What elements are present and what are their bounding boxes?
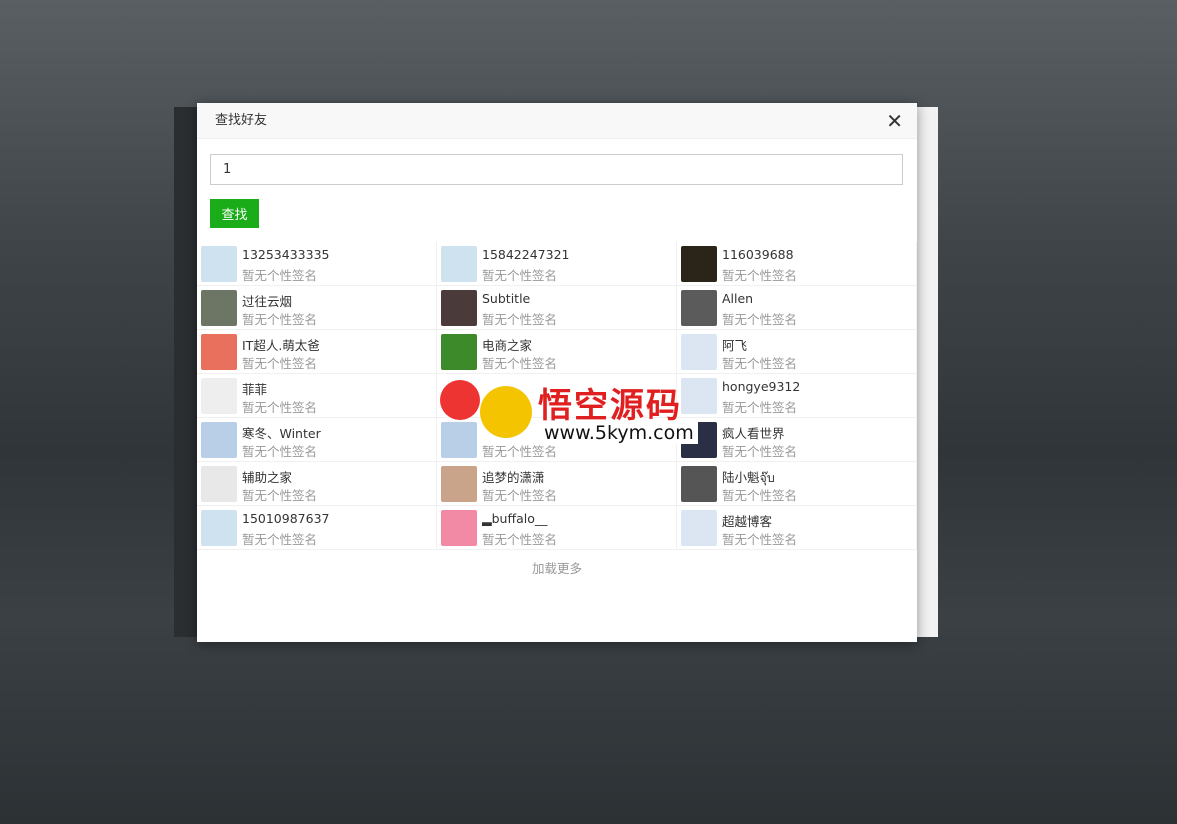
- result-item[interactable]: 阿飞 暂无个性签名: [677, 330, 917, 374]
- result-item[interactable]: 15010987637 暂无个性签名: [197, 506, 437, 550]
- result-item[interactable]: 陆小魁จุ๊บ 暂无个性签名: [677, 462, 917, 506]
- avatar: [201, 466, 237, 502]
- user-signature: 暂无个性签名: [722, 268, 798, 283]
- result-item[interactable]: 辅助之家 暂无个性签名: [197, 462, 437, 506]
- user-name: 阿飞: [722, 338, 748, 353]
- user-name: 过往云烟: [242, 294, 293, 309]
- user-name: 超越博客: [722, 514, 773, 529]
- user-signature: 暂无个性签名: [242, 356, 318, 371]
- user-signature: 暂无个性签名: [722, 400, 798, 415]
- result-item[interactable]: 13253433335 暂无个性签名: [197, 242, 437, 286]
- result-item[interactable]: 追梦的潇潇 暂无个性签名: [437, 462, 677, 506]
- load-more-link[interactable]: 加载更多: [197, 558, 917, 577]
- user-signature: 暂无个性签名: [722, 444, 798, 459]
- avatar: [681, 510, 717, 546]
- user-name: Subtitle: [482, 291, 531, 306]
- user-name: 菲菲: [242, 382, 268, 397]
- find-friend-dialog: 查找好友 ✕ 查找 13253433335 暂无个性签名 15842247321…: [197, 103, 917, 642]
- user-name: 电商之家: [482, 338, 533, 353]
- user-signature: 暂无个性签名: [482, 488, 558, 503]
- avatar: [441, 290, 477, 326]
- avatar: [441, 510, 477, 546]
- result-item[interactable]: 电商之家 暂无个性签名: [437, 330, 677, 374]
- dialog-title: 查找好友: [197, 103, 917, 139]
- avatar: [441, 378, 477, 414]
- search-button[interactable]: 查找: [210, 199, 259, 228]
- avatar: [681, 422, 717, 458]
- user-name: IT超人.萌太爸: [242, 338, 320, 353]
- result-item[interactable]: IT超人.萌太爸 暂无个性签名: [197, 330, 437, 374]
- user-name: 辅助之家: [242, 470, 293, 485]
- user-signature: 暂无个性签名: [482, 532, 558, 547]
- avatar: [681, 378, 717, 414]
- user-name: 寒冬、Winter: [242, 426, 321, 441]
- result-item[interactable]: Subtitle 暂无个性签名: [437, 286, 677, 330]
- user-signature: 暂无个性签名: [242, 444, 318, 459]
- avatar: [201, 290, 237, 326]
- result-item[interactable]: 暂无个性签名: [437, 418, 677, 462]
- avatar: [201, 334, 237, 370]
- avatar: [441, 246, 477, 282]
- close-icon[interactable]: ✕: [886, 111, 903, 131]
- avatar: [441, 334, 477, 370]
- user-signature: 暂无个性签名: [482, 312, 558, 327]
- user-signature: 暂无个性签名: [722, 488, 798, 503]
- result-item[interactable]: 超越博客 暂无个性签名: [677, 506, 917, 550]
- user-name: 疯人看世界: [722, 426, 785, 441]
- result-item[interactable]: 菲菲 暂无个性签名: [197, 374, 437, 418]
- user-name: Allen: [722, 291, 754, 306]
- result-item[interactable]: ▂buffalo__ 暂无个性签名: [437, 506, 677, 550]
- user-name: hongye9312: [722, 379, 801, 394]
- result-item[interactable]: hongye9312 暂无个性签名: [677, 374, 917, 418]
- user-name: 116039688: [722, 247, 794, 262]
- avatar: [441, 466, 477, 502]
- result-item[interactable]: 疯人看世界 暂无个性签名: [677, 418, 917, 462]
- avatar: [681, 290, 717, 326]
- result-item[interactable]: [437, 374, 677, 418]
- avatar: [681, 334, 717, 370]
- result-item[interactable]: 寒冬、Winter 暂无个性签名: [197, 418, 437, 462]
- avatar: [201, 422, 237, 458]
- user-signature: 暂无个性签名: [242, 532, 318, 547]
- user-signature: 暂无个性签名: [242, 488, 318, 503]
- user-name: ▂buffalo__: [482, 511, 548, 526]
- avatar: [681, 246, 717, 282]
- user-signature: 暂无个性签名: [722, 356, 798, 371]
- user-signature: 暂无个性签名: [482, 356, 558, 371]
- user-signature: 暂无个性签名: [722, 532, 798, 547]
- avatar: [201, 378, 237, 414]
- avatar: [681, 466, 717, 502]
- result-item[interactable]: 116039688 暂无个性签名: [677, 242, 917, 286]
- result-item[interactable]: 15842247321 暂无个性签名: [437, 242, 677, 286]
- user-signature: 暂无个性签名: [242, 268, 318, 283]
- avatar: [441, 422, 477, 458]
- user-signature: 暂无个性签名: [242, 312, 318, 327]
- user-name: 15010987637: [242, 511, 330, 526]
- result-item[interactable]: 过往云烟 暂无个性签名: [197, 286, 437, 330]
- user-signature: 暂无个性签名: [482, 444, 558, 459]
- user-name: 追梦的潇潇: [482, 470, 545, 485]
- user-name: 13253433335: [242, 247, 330, 262]
- user-signature: 暂无个性签名: [482, 268, 558, 283]
- user-name: 15842247321: [482, 247, 570, 262]
- result-list: 13253433335 暂无个性签名 15842247321 暂无个性签名 11…: [197, 242, 917, 550]
- result-item[interactable]: Allen 暂无个性签名: [677, 286, 917, 330]
- avatar: [201, 246, 237, 282]
- user-signature: 暂无个性签名: [242, 400, 318, 415]
- avatar: [201, 510, 237, 546]
- user-signature: 暂无个性签名: [722, 312, 798, 327]
- search-input[interactable]: [210, 154, 903, 185]
